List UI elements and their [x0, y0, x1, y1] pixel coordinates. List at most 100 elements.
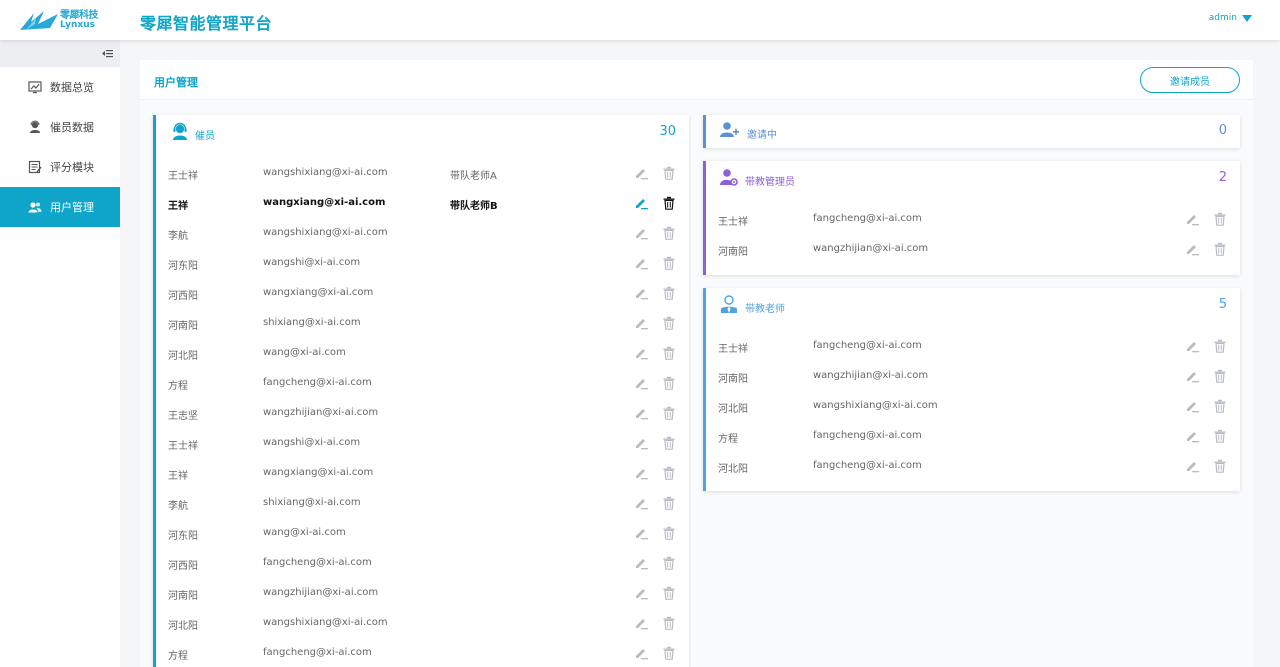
sidebar-item-label: 评分模块 — [50, 161, 94, 174]
member-email: wangshixiang@xi-ai.com — [263, 167, 388, 178]
table-row: 河北阳 fangcheng@xi-ai.com — [706, 452, 1240, 482]
delete-icon[interactable] — [662, 526, 676, 540]
delete-icon[interactable] — [662, 616, 676, 630]
table-row: 河北阳 wangshixiang@xi-ai.com — [706, 392, 1240, 422]
member-name: 河北阳 — [168, 621, 198, 632]
caret-down-icon — [1242, 14, 1252, 22]
user-gear-icon — [719, 167, 739, 187]
delete-icon[interactable] — [662, 196, 676, 210]
member-name: 河北阳 — [168, 351, 198, 362]
member-name: 河南阳 — [168, 591, 198, 602]
edit-icon[interactable] — [1185, 429, 1199, 443]
edit-icon[interactable] — [634, 496, 648, 510]
member-email: fangcheng@xi-ai.com — [813, 460, 922, 471]
edit-icon[interactable] — [634, 346, 648, 360]
sidebar-item-scoring[interactable]: 评分模块 — [0, 147, 120, 187]
main-header: 用户管理 邀请成员 — [140, 60, 1253, 100]
table-row: 河东阳 wangshi@xi-ai.com — [156, 249, 689, 279]
delete-icon[interactable] — [1213, 339, 1227, 353]
delete-icon[interactable] — [662, 556, 676, 570]
edit-icon[interactable] — [634, 406, 648, 420]
edit-icon[interactable] — [634, 526, 648, 540]
member-name: 河北阳 — [718, 464, 748, 475]
delete-icon[interactable] — [662, 406, 676, 420]
collapse-button[interactable] — [0, 40, 120, 67]
delete-icon[interactable] — [1213, 369, 1227, 383]
sidebar-item-agent-data[interactable]: 催员数据 — [0, 107, 120, 147]
edit-icon[interactable] — [634, 646, 648, 660]
member-name: 王士祥 — [168, 171, 198, 182]
delete-icon[interactable] — [662, 166, 676, 180]
table-row: 河南阳 wangzhijian@xi-ai.com — [706, 235, 1240, 265]
delete-icon[interactable] — [662, 586, 676, 600]
delete-icon[interactable] — [662, 256, 676, 270]
edit-icon[interactable] — [634, 616, 648, 630]
page-title: 用户管理 — [154, 76, 198, 89]
delete-icon[interactable] — [1213, 242, 1227, 256]
edit-icon[interactable] — [1185, 339, 1199, 353]
member-email: shixiang@xi-ai.com — [263, 497, 361, 508]
edit-icon[interactable] — [1185, 369, 1199, 383]
member-email: wangzhijian@xi-ai.com — [263, 407, 379, 418]
member-email: wangzhijian@xi-ai.com — [813, 370, 929, 381]
member-name: 河南阳 — [718, 374, 748, 385]
delete-icon[interactable] — [662, 376, 676, 390]
edit-icon[interactable] — [634, 256, 648, 270]
member-name: 李航 — [168, 501, 188, 512]
delete-icon[interactable] — [662, 646, 676, 660]
inviting-count: 0 — [1218, 123, 1227, 138]
table-row: 王士祥 wangshi@xi-ai.com — [156, 429, 689, 459]
edit-icon[interactable] — [634, 226, 648, 240]
delete-icon[interactable] — [1213, 429, 1227, 443]
edit-icon[interactable] — [634, 436, 648, 450]
table-row: 河东阳 wang@xi-ai.com — [156, 519, 689, 549]
managers-card: 带教管理员 2 王士祥 fangcheng@xi-ai.com 河南阳 wangzhi… — [703, 161, 1240, 275]
edit-icon[interactable] — [634, 196, 648, 210]
member-email: shixiang@xi-ai.com — [263, 317, 361, 328]
sidebar-item-user-management[interactable]: 用户管理 — [0, 187, 120, 227]
sidebar-item-label: 用户管理 — [50, 201, 94, 214]
member-email: fangcheng@xi-ai.com — [263, 557, 372, 568]
member-email: fangcheng@xi-ai.com — [813, 430, 922, 441]
member-email: wangxiang@xi-ai.com — [263, 467, 374, 478]
headset-agent-icon — [170, 121, 190, 141]
member-name: 李航 — [168, 231, 188, 242]
table-row: 河西阳 fangcheng@xi-ai.com — [156, 549, 689, 579]
edit-icon[interactable] — [634, 316, 648, 330]
edit-icon[interactable] — [1185, 399, 1199, 413]
delete-icon[interactable] — [1213, 399, 1227, 413]
member-email: wangshi@xi-ai.com — [263, 437, 361, 448]
delete-icon[interactable] — [662, 436, 676, 450]
delete-icon[interactable] — [662, 346, 676, 360]
delete-icon[interactable] — [1213, 212, 1227, 226]
edit-icon[interactable] — [634, 466, 648, 480]
invite-member-button[interactable]: 邀请成员 — [1140, 67, 1240, 93]
teacher-icon — [719, 294, 739, 314]
member-email: wangshixiang@xi-ai.com — [263, 227, 388, 238]
table-row: 王士祥 fangcheng@xi-ai.com — [706, 205, 1240, 235]
table-row: 河北阳 wangshixiang@xi-ai.com — [156, 609, 689, 639]
collectors-card-header: 催员 30 — [156, 115, 689, 151]
member-name: 河南阳 — [168, 321, 198, 332]
teachers-card-header: 带教老师 5 — [706, 288, 1240, 324]
delete-icon[interactable] — [662, 316, 676, 330]
edit-icon[interactable] — [634, 556, 648, 570]
delete-icon[interactable] — [662, 466, 676, 480]
member-email: wang@xi-ai.com — [263, 527, 346, 538]
edit-icon[interactable] — [634, 586, 648, 600]
delete-icon[interactable] — [662, 286, 676, 300]
edit-icon[interactable] — [1185, 242, 1199, 256]
edit-icon[interactable] — [1185, 459, 1199, 473]
sidebar-item-overview[interactable]: 数据总览 — [0, 67, 120, 107]
member-email: wangxiang@xi-ai.com — [263, 287, 374, 298]
user-menu[interactable]: admin — [1209, 13, 1252, 23]
member-email: wang@xi-ai.com — [263, 347, 346, 358]
edit-icon[interactable] — [1185, 212, 1199, 226]
delete-icon[interactable] — [662, 496, 676, 510]
delete-icon[interactable] — [662, 226, 676, 240]
edit-icon[interactable] — [634, 376, 648, 390]
edit-icon[interactable] — [634, 286, 648, 300]
member-name: 王志坚 — [168, 411, 198, 422]
delete-icon[interactable] — [1213, 459, 1227, 473]
edit-icon[interactable] — [634, 166, 648, 180]
